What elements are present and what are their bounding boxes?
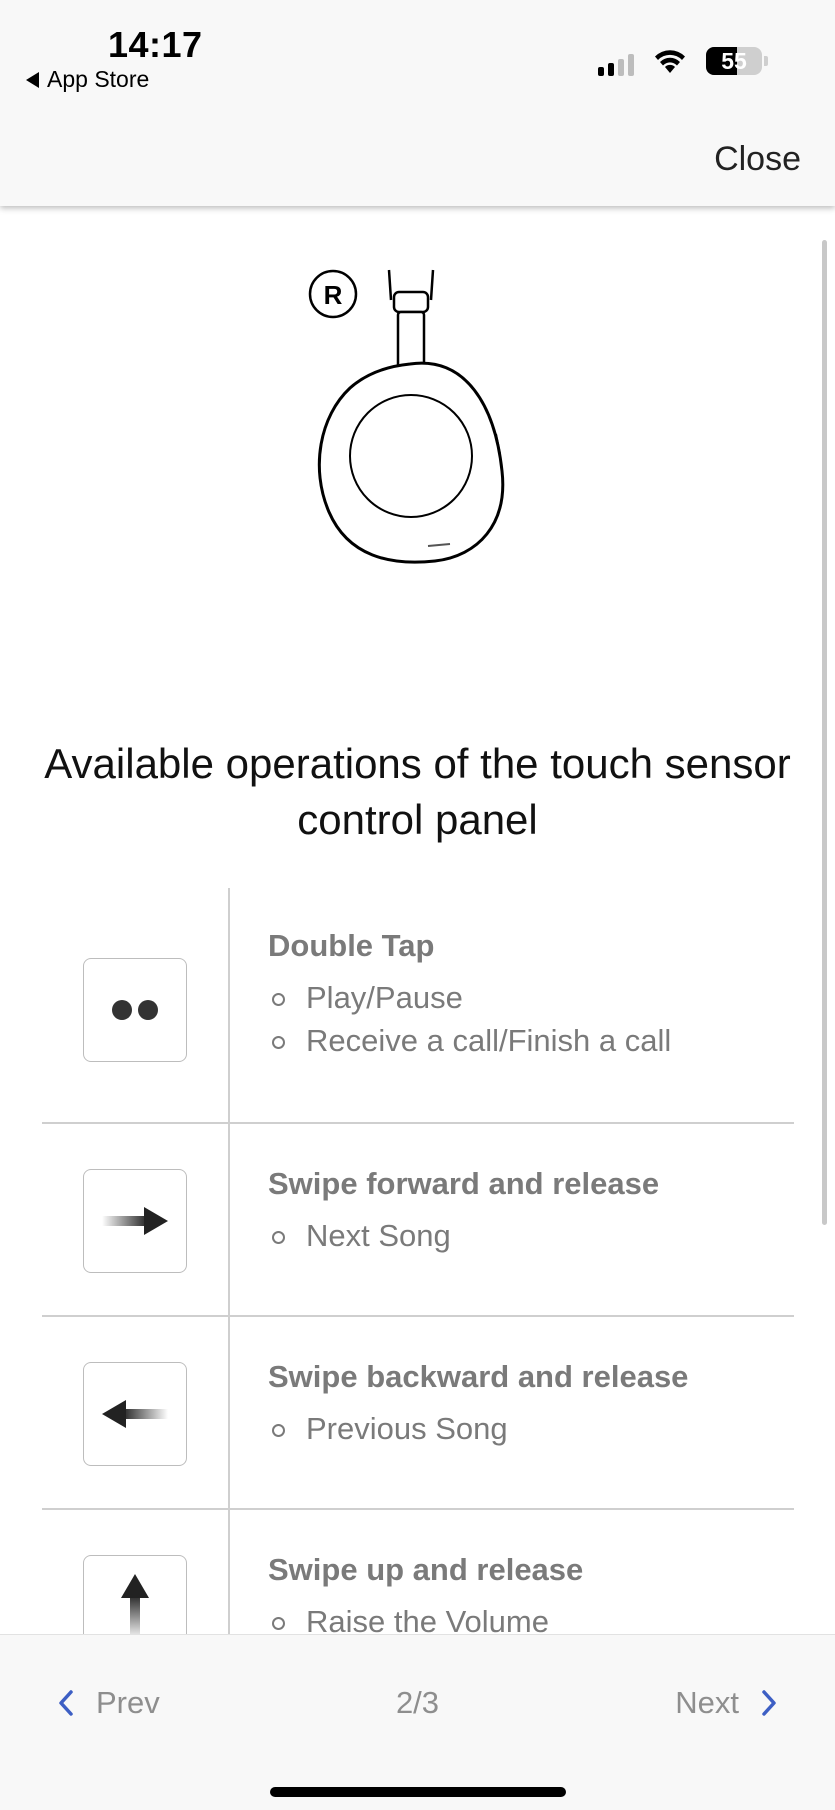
swipe-forward-icon bbox=[83, 1169, 187, 1273]
operation-actions: Play/Pause Receive a call/Finish a call bbox=[268, 976, 794, 1062]
operation-actions: Raise the Volume bbox=[268, 1600, 794, 1634]
operation-row-double-tap: Double Tap Play/Pause Receive a call/Fin… bbox=[42, 888, 794, 1124]
page-heading: Available operations of the touch sensor… bbox=[44, 740, 791, 843]
battery-icon: 55 bbox=[706, 47, 762, 75]
operation-row-swipe-forward: Swipe forward and release Next Song bbox=[42, 1124, 794, 1317]
status-time: 14:17 bbox=[108, 24, 203, 65]
swipe-backward-icon bbox=[83, 1362, 187, 1466]
operation-title: Swipe up and release bbox=[268, 1552, 584, 1587]
side-label: R bbox=[324, 280, 343, 310]
operation-actions: Previous Song bbox=[268, 1407, 794, 1450]
back-triangle-icon bbox=[26, 71, 39, 88]
operation-actions: Next Song bbox=[268, 1214, 794, 1257]
operation-action: Next Song bbox=[268, 1214, 794, 1257]
bottom-nav-bar: Prev 2/3 Next bbox=[0, 1634, 835, 1810]
scrollbar[interactable] bbox=[822, 240, 827, 1225]
headphone-earcup-icon: R bbox=[308, 269, 505, 564]
next-button[interactable]: Next bbox=[675, 1685, 777, 1721]
operation-title: Swipe forward and release bbox=[268, 1166, 660, 1201]
home-indicator[interactable] bbox=[270, 1787, 566, 1797]
operation-action: Receive a call/Finish a call bbox=[268, 1019, 794, 1062]
battery-cap bbox=[764, 56, 768, 66]
operation-title: Double Tap bbox=[268, 928, 435, 963]
cellular-signal-icon bbox=[598, 54, 634, 76]
operation-action: Play/Pause bbox=[268, 976, 794, 1019]
operations-table: Double Tap Play/Pause Receive a call/Fin… bbox=[42, 888, 794, 1634]
wifi-icon bbox=[655, 50, 685, 73]
operation-action: Raise the Volume bbox=[268, 1600, 794, 1634]
back-to-app-store[interactable]: App Store bbox=[26, 66, 149, 93]
operation-action: Previous Song bbox=[268, 1407, 794, 1450]
top-bar: 14:17 App Store 55 Close bbox=[0, 0, 835, 206]
close-button[interactable]: Close bbox=[714, 140, 801, 179]
content-area: R Available operations of the touch sens… bbox=[0, 206, 835, 1634]
back-app-label: App Store bbox=[47, 66, 150, 92]
operation-row-swipe-up: Swipe up and release Raise the Volume bbox=[42, 1510, 794, 1634]
next-label: Next bbox=[675, 1685, 739, 1720]
operation-row-swipe-backward: Swipe backward and release Previous Song bbox=[42, 1317, 794, 1510]
double-tap-icon bbox=[83, 958, 187, 1062]
swipe-up-icon bbox=[83, 1555, 187, 1634]
chevron-right-icon bbox=[762, 1690, 776, 1716]
operation-title: Swipe backward and release bbox=[268, 1359, 689, 1394]
battery-level: 55 bbox=[721, 48, 747, 74]
